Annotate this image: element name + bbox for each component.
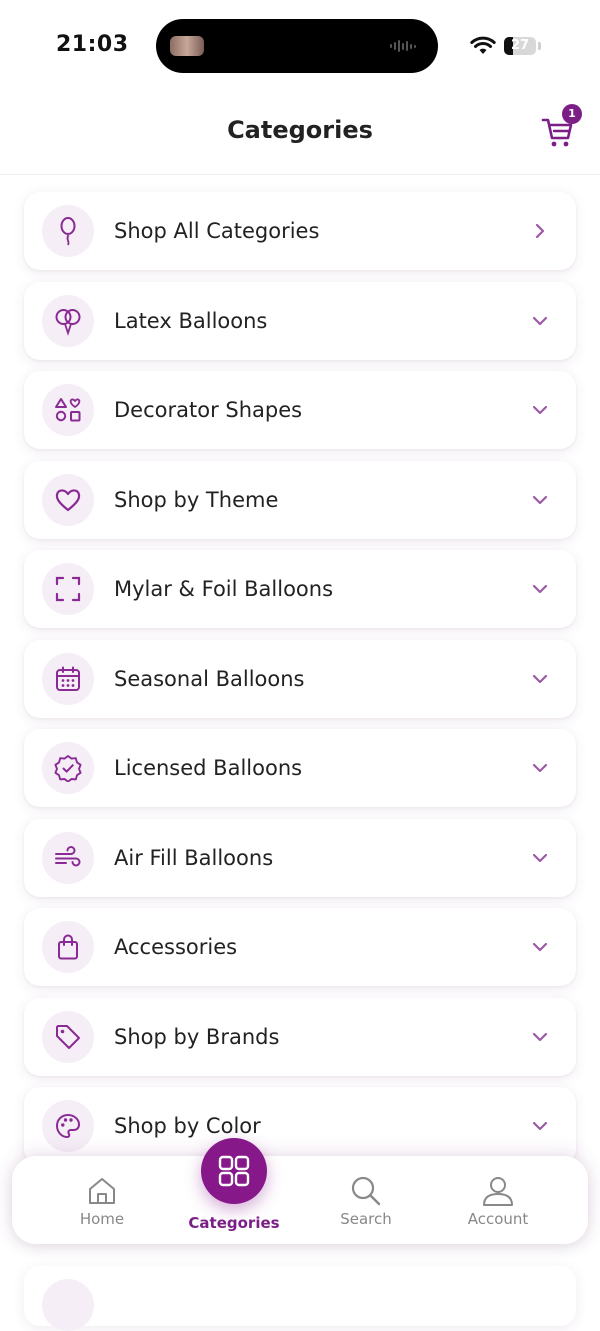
header: Categories 1 xyxy=(0,90,600,175)
chevron-down-icon[interactable] xyxy=(530,311,550,331)
category-row[interactable]: Shop by Theme xyxy=(24,460,576,539)
category-label: Licensed Balloons xyxy=(114,756,303,780)
nav-home-label: Home xyxy=(79,1210,125,1228)
nav-categories[interactable]: Categories xyxy=(179,1212,289,1232)
shapes-icon xyxy=(42,384,94,436)
calendar-icon xyxy=(42,652,94,705)
category-label: Shop All Categories xyxy=(114,219,320,243)
balloon-icon xyxy=(42,205,94,257)
heart-icon xyxy=(42,473,94,526)
bag-icon xyxy=(42,921,94,973)
chevron-down-icon[interactable] xyxy=(530,669,550,689)
category-row[interactable]: Shop by Color xyxy=(24,1087,576,1165)
category-row[interactable]: Decorator Shapes xyxy=(24,371,576,449)
badge-check-icon xyxy=(42,742,94,794)
category-label: Accessories xyxy=(114,935,238,959)
category-list: Shop All Categories Latex Balloons Decorat… xyxy=(24,192,576,1177)
bottom-nav: Home Categories Search Account xyxy=(12,1138,588,1244)
category-row[interactable]: Licensed Balloons xyxy=(24,729,576,807)
category-row[interactable]: Air Fill Balloons xyxy=(24,818,576,897)
chevron-down-icon[interactable] xyxy=(530,400,550,420)
category-label: Seasonal Balloons xyxy=(114,666,305,691)
category-label: Shop by Color xyxy=(114,1114,261,1138)
palette-icon xyxy=(42,1100,94,1152)
nav-home[interactable]: Home xyxy=(47,1174,157,1228)
category-label: Shop by Brands xyxy=(114,1024,280,1049)
category-row[interactable]: Seasonal Balloons xyxy=(24,639,576,718)
status-time: 21:03 xyxy=(56,32,129,57)
battery-tip xyxy=(538,42,541,50)
home-icon xyxy=(89,1178,115,1204)
status-bar: 21:03 27 xyxy=(0,0,600,90)
category-row[interactable]: Latex Balloons xyxy=(24,281,576,360)
chevron-down-icon[interactable] xyxy=(530,1116,550,1136)
wind-icon xyxy=(42,831,94,884)
chevron-down-icon[interactable] xyxy=(530,1027,550,1047)
dynamic-island[interactable] xyxy=(156,19,438,73)
chevron-down-icon[interactable] xyxy=(530,579,550,599)
category-icon-partial xyxy=(42,1279,94,1331)
list-item-partial[interactable] xyxy=(24,1266,576,1331)
nav-search-label: Search xyxy=(340,1210,392,1228)
category-row[interactable]: Accessories xyxy=(24,908,576,986)
nav-account-label: Account xyxy=(467,1210,529,1228)
balloons-icon xyxy=(42,294,94,347)
audio-wave-icon xyxy=(390,39,420,53)
media-thumbnail xyxy=(170,36,204,56)
chevron-down-icon[interactable] xyxy=(530,758,550,778)
battery-level: 27 xyxy=(510,38,530,53)
category-label: Decorator Shapes xyxy=(114,398,303,422)
category-row[interactable]: Shop All Categories xyxy=(24,192,576,270)
chevron-down-icon[interactable] xyxy=(530,937,550,957)
frame-icon xyxy=(42,563,94,615)
categories-fab[interactable] xyxy=(201,1138,267,1204)
search-icon xyxy=(351,1176,381,1206)
chevron-down-icon[interactable] xyxy=(530,490,550,510)
category-label: Mylar & Foil Balloons xyxy=(114,577,334,601)
wifi-icon xyxy=(470,36,496,54)
battery-icon: 27 xyxy=(504,37,536,55)
category-label: Latex Balloons xyxy=(114,308,268,333)
page-title: Categories xyxy=(227,116,373,144)
category-label: Shop by Theme xyxy=(114,487,279,512)
user-icon xyxy=(483,1177,513,1206)
nav-search[interactable]: Search xyxy=(311,1174,421,1228)
category-label: Air Fill Balloons xyxy=(114,845,274,870)
tag-icon xyxy=(42,1010,94,1063)
chevron-down-icon[interactable] xyxy=(530,848,550,868)
category-row[interactable]: Shop by Brands xyxy=(24,997,576,1076)
nav-categories-label: Categories xyxy=(188,1214,280,1232)
grid-icon xyxy=(218,1155,250,1187)
nav-account[interactable]: Account xyxy=(443,1174,553,1228)
cart-count-badge[interactable]: 1 xyxy=(562,104,582,124)
chevron-right-icon[interactable] xyxy=(530,221,550,241)
category-row[interactable]: Mylar & Foil Balloons xyxy=(24,550,576,628)
